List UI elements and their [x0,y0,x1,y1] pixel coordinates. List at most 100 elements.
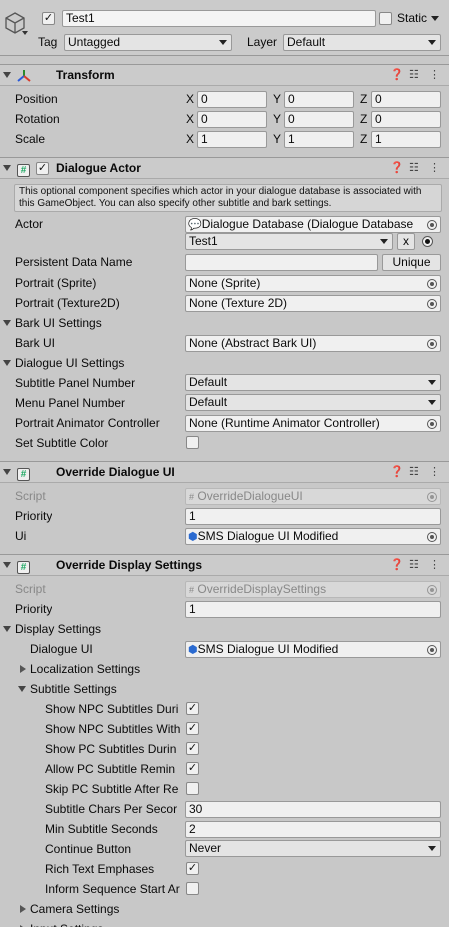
show-pc-subtitles-during-checkbox[interactable]: ✓ [186,742,199,755]
subtitle-panel-dropdown[interactable]: Default [185,374,441,391]
skip-pc-subtitle-after-response-label: Skip PC Subtitle After Re [45,782,179,796]
position-x-field[interactable]: 0 [197,91,267,108]
portrait-texture-field[interactable]: None (Texture 2D) [185,295,441,312]
override-display-settings-title: Override Display Settings [56,558,203,572]
foldout-arrow-icon[interactable] [3,469,11,475]
layer-dropdown[interactable]: Default [283,34,441,51]
tag-dropdown[interactable]: Untagged [64,34,232,51]
set-subtitle-color-checkbox[interactable] [186,436,199,449]
more-menu-icon[interactable]: ⋮ [429,465,440,478]
component-enabled-checkbox[interactable]: ✓ [36,162,49,175]
object-picker-icon[interactable] [427,645,437,655]
camera-settings-foldout[interactable]: Camera Settings [30,899,119,919]
chevron-down-icon [428,380,436,385]
help-icon[interactable]: ❓ [390,161,404,174]
more-menu-icon[interactable]: ⋮ [429,161,440,174]
rotation-label: Rotation [15,112,60,126]
subtitle-panel-value: Default [189,375,228,389]
show-npc-subtitles-with-checkbox[interactable]: ✓ [186,722,199,735]
object-picker-icon[interactable] [427,532,437,542]
foldout-arrow-icon[interactable] [18,686,26,692]
override-display-settings-header[interactable]: # Override Display Settings ❓ ☷ ⋮ [0,554,449,576]
object-picker-icon[interactable] [427,339,437,349]
scale-z-field[interactable]: 1 [371,131,441,148]
cube-dropdown-caret[interactable] [22,31,28,35]
skip-pc-subtitle-after-response-checkbox[interactable] [186,782,199,795]
bark-ui-field[interactable]: None (Abstract Bark UI) [185,335,441,352]
transform-header[interactable]: Transform ❓ ☷ ⋮ [0,64,449,86]
priority-field[interactable]: 1 [185,601,441,618]
position-z-field[interactable]: 0 [371,91,441,108]
script-field: # OverrideDisplaySettings [185,581,441,598]
clear-actor-button[interactable]: x [397,233,415,250]
unique-button[interactable]: Unique [382,254,441,271]
dialogue-ui-settings-foldout[interactable]: Dialogue UI Settings [15,353,124,373]
rich-text-emphases-checkbox[interactable]: ✓ [186,862,199,875]
help-icon[interactable]: ❓ [390,465,404,478]
menu-panel-dropdown[interactable]: Default [185,394,441,411]
localization-settings-foldout[interactable]: Localization Settings [30,659,140,679]
allow-pc-subtitle-reminders-checkbox[interactable]: ✓ [186,762,199,775]
foldout-arrow-icon[interactable] [3,320,11,326]
radio-selected-icon[interactable] [422,236,433,247]
presets-icon[interactable]: ☷ [409,558,419,571]
ui-field[interactable]: ⬢SMS Dialogue UI Modified [185,528,441,545]
active-checkbox[interactable]: ✓ [42,12,55,25]
help-icon[interactable]: ❓ [390,68,404,81]
actor-database-value: Dialogue Database (Dialogue Database [201,217,414,231]
transform-icon [17,70,31,82]
priority-field[interactable]: 1 [185,508,441,525]
layer-label: Layer [247,35,278,49]
show-npc-subtitles-with-label: Show NPC Subtitles With [45,722,181,736]
scale-y-field[interactable]: 1 [284,131,354,148]
axis-x-label: X [186,92,195,106]
persistent-data-name-field[interactable] [185,254,378,271]
input-settings-foldout[interactable]: Input Settings [30,919,103,927]
subtitle-chars-per-second-field[interactable]: 30 [185,801,441,818]
object-picker-icon[interactable] [427,279,437,289]
more-menu-icon[interactable]: ⋮ [429,558,440,571]
scale-x-field[interactable]: 1 [197,131,267,148]
object-picker-icon[interactable] [427,419,437,429]
foldout-collapsed-icon[interactable] [20,665,26,673]
display-settings-foldout[interactable]: Display Settings [15,619,101,639]
inform-sequence-start-checkbox[interactable] [186,882,199,895]
override-dialogue-ui-header[interactable]: # Override Dialogue UI ❓ ☷ ⋮ [0,461,449,483]
portrait-sprite-field[interactable]: None (Sprite) [185,275,441,292]
presets-icon[interactable]: ☷ [409,161,419,174]
portrait-animator-field[interactable]: None (Runtime Animator Controller) [185,415,441,432]
show-npc-subtitles-during-checkbox[interactable]: ✓ [186,702,199,715]
object-picker-icon[interactable] [427,299,437,309]
bark-ui-settings-foldout[interactable]: Bark UI Settings [15,313,102,333]
subtitle-settings-foldout[interactable]: Subtitle Settings [30,679,117,699]
object-name-field[interactable]: Test1 [62,10,376,27]
position-y-field[interactable]: 0 [284,91,354,108]
foldout-collapsed-icon[interactable] [20,905,26,913]
presets-icon[interactable]: ☷ [409,465,419,478]
override-dialogue-ui-title: Override Dialogue UI [56,465,175,479]
presets-icon[interactable]: ☷ [409,68,419,81]
axis-z-label: Z [360,132,368,146]
static-dropdown-caret[interactable] [431,16,439,21]
min-subtitle-seconds-field[interactable]: 2 [185,821,441,838]
foldout-arrow-icon[interactable] [3,360,11,366]
dialogue-ui-field[interactable]: ⬢SMS Dialogue UI Modified [185,641,441,658]
actor-database-field[interactable]: 💬Dialogue Database (Dialogue Database [185,216,441,233]
foldout-arrow-icon[interactable] [3,626,11,632]
continue-button-dropdown[interactable]: Never [185,840,441,857]
axis-y-label: Y [273,132,282,146]
actor-dropdown[interactable]: Test1 [185,233,393,250]
portrait-sprite-label: Portrait (Sprite) [15,276,97,290]
rotation-z-field[interactable]: 0 [371,111,441,128]
show-npc-subtitles-during-label: Show NPC Subtitles Duri [45,702,179,716]
static-checkbox[interactable] [379,12,392,25]
help-icon[interactable]: ❓ [390,558,404,571]
rotation-y-field[interactable]: 0 [284,111,354,128]
foldout-arrow-icon[interactable] [3,72,11,78]
dialogue-actor-header[interactable]: # ✓ Dialogue Actor ❓ ☷ ⋮ [0,157,449,179]
more-menu-icon[interactable]: ⋮ [429,68,440,81]
rotation-x-field[interactable]: 0 [197,111,267,128]
foldout-arrow-icon[interactable] [3,562,11,568]
foldout-arrow-icon[interactable] [3,165,11,171]
object-picker-icon[interactable] [427,220,437,230]
